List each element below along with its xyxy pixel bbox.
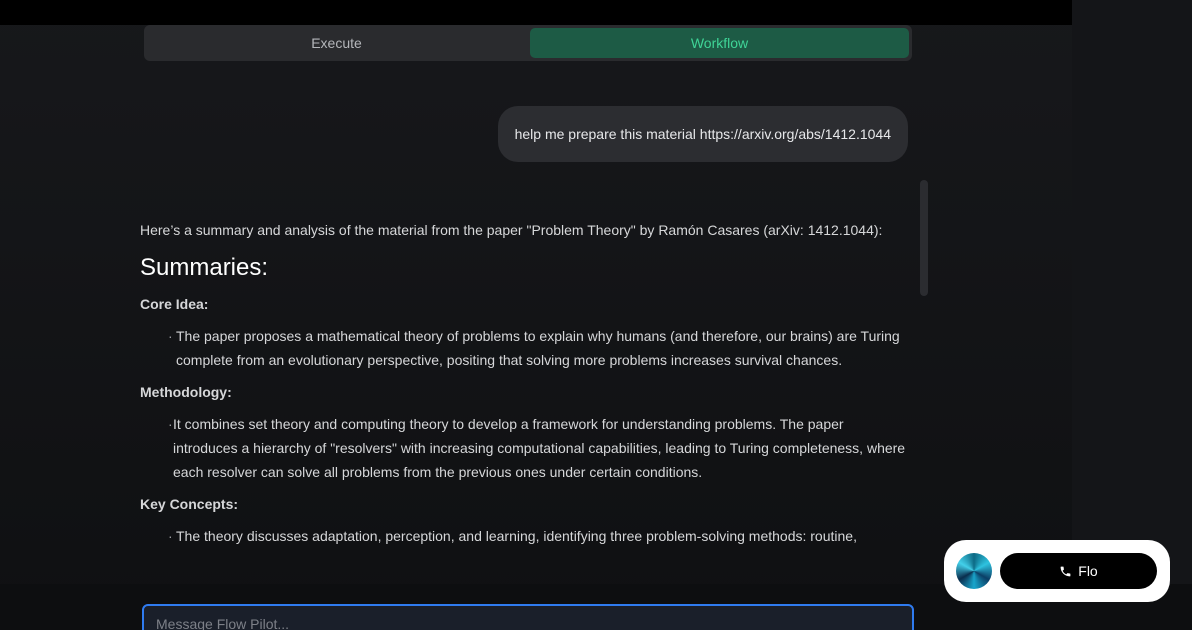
bullet-marker: ·	[168, 528, 173, 544]
section-title-core-idea: Core Idea:	[140, 296, 209, 312]
bullet-text: The paper proposes a mathematical theory…	[176, 328, 900, 368]
call-widget: Flo	[944, 540, 1170, 602]
answer-intro: Here’s a summary and analysis of the mat…	[140, 222, 883, 238]
message-composer	[142, 604, 914, 630]
answer-heading: Summaries:	[140, 254, 269, 281]
call-button-label: Flo	[1078, 563, 1098, 579]
mode-toggle: Execute Workflow	[144, 25, 912, 61]
call-flo-button[interactable]: Flo	[1000, 553, 1157, 589]
assistant-orb-avatar	[956, 553, 992, 589]
section-title-key-concepts: Key Concepts:	[140, 496, 239, 512]
list-item: · The theory discusses adaptation, perce…	[140, 524, 910, 548]
message-input[interactable]	[156, 616, 900, 630]
bullet-marker: ·	[168, 416, 173, 432]
assistant-answer: Here’s a summary and analysis of the mat…	[140, 218, 910, 556]
app-stage: Execute Workflow help me prepare this ma…	[0, 0, 1192, 630]
bullet-text: It combines set theory and computing the…	[173, 416, 906, 480]
user-message-bubble: help me prepare this material https://ar…	[497, 106, 908, 162]
top-bar	[0, 0, 1072, 25]
list-item: · It combines set theory and computing t…	[140, 412, 910, 484]
tab-workflow[interactable]: Workflow	[530, 28, 909, 58]
tab-execute[interactable]: Execute	[147, 28, 526, 58]
list-item: · The paper proposes a mathematical theo…	[140, 324, 910, 372]
phone-icon	[1059, 565, 1072, 578]
right-panel-strip	[1072, 0, 1192, 630]
scrollbar-thumb[interactable]	[920, 180, 928, 296]
bullet-text: The theory discusses adaptation, percept…	[176, 528, 857, 544]
section-title-methodology: Methodology:	[140, 384, 232, 400]
bullet-marker: ·	[168, 328, 173, 344]
